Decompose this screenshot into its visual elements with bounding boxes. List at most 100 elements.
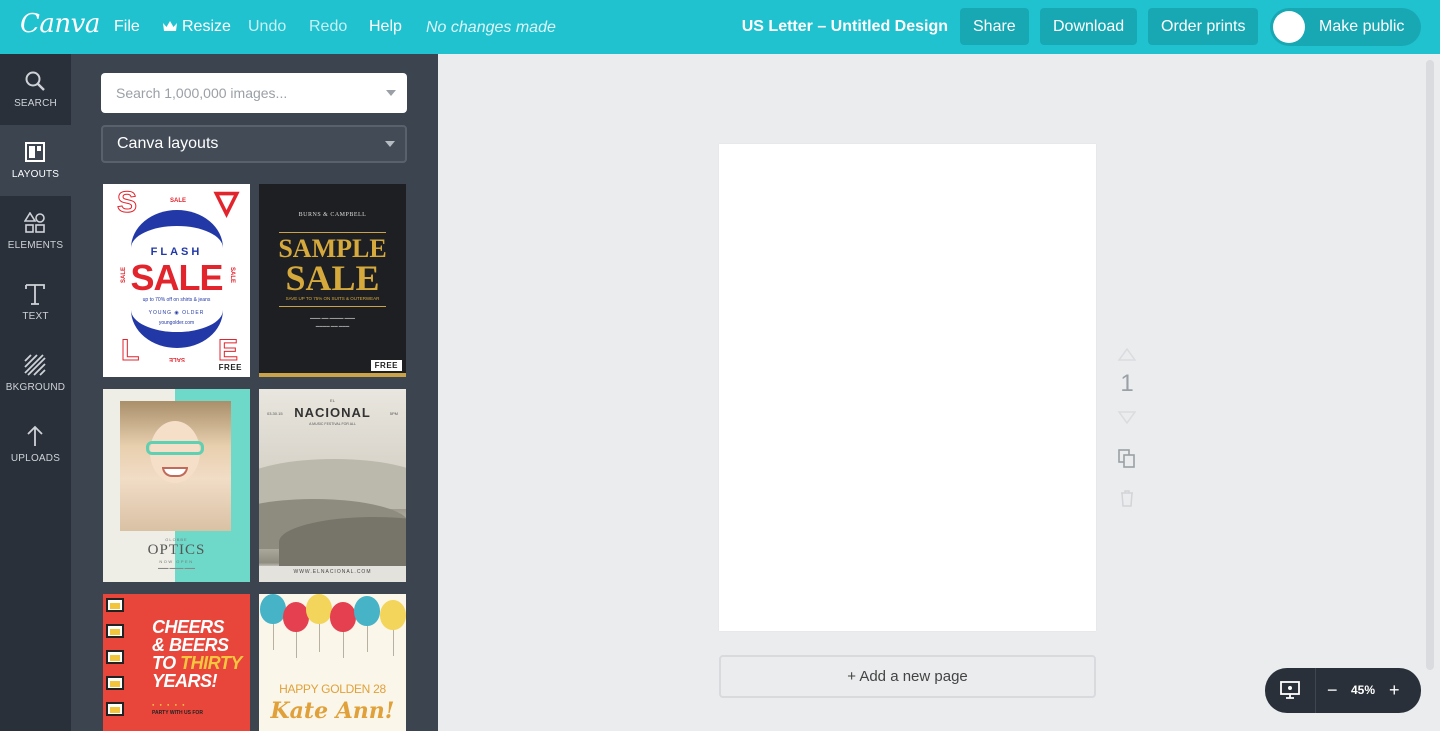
rail-label: SEARCH [14, 98, 57, 109]
present-icon[interactable] [1279, 680, 1301, 700]
move-page-down-icon[interactable] [1116, 406, 1138, 428]
design-workspace: + Add a new page 1 − 45% + [438, 54, 1440, 731]
template-text: THIRTY [180, 653, 242, 673]
beer-mug-icon [106, 598, 124, 612]
elements-icon [24, 212, 45, 233]
template-text: SAVE UP TO 75% ON SUITS & OUTERWEAR [285, 296, 380, 301]
template-text: up to 70% off on shirts & jeans [142, 297, 211, 303]
layout-category-select[interactable]: Canva layouts [101, 125, 407, 163]
template-optics[interactable]: GLOBBE OPTICS NOW OPEN ▬▬▬ ▬▬▬▬ ▬▬▬ [103, 389, 250, 582]
layouts-icon [25, 142, 45, 162]
background-icon [24, 354, 46, 376]
rail-item-background[interactable]: BKGROUND [0, 338, 71, 409]
template-text: SALE [170, 198, 187, 204]
zoom-control: − 45% + [1265, 668, 1421, 713]
balloon-string [296, 630, 297, 658]
divider [1315, 668, 1316, 713]
rail-item-text[interactable]: TEXT [0, 267, 71, 338]
corner-triangle-graphic: ▽ [214, 186, 239, 219]
resize-menu[interactable]: Resize [162, 0, 231, 54]
balloon-graphic [330, 602, 356, 632]
help-menu[interactable]: Help [369, 0, 402, 54]
free-badge: FREE [214, 362, 246, 373]
gold-bar [259, 373, 406, 377]
template-text: BURNS & CAMPBELL [298, 212, 367, 218]
move-page-up-icon[interactable] [1116, 344, 1138, 366]
template-sample-sale[interactable]: BURNS & CAMPBELL SAMPLE SALE SAVE UP TO … [259, 184, 406, 377]
add-page-button[interactable]: + Add a new page [719, 655, 1096, 698]
template-text: NOW OPEN [159, 559, 194, 564]
beer-mug-icon [106, 676, 124, 690]
undo-button[interactable]: Undo [248, 0, 286, 54]
order-prints-button[interactable]: Order prints [1148, 8, 1259, 45]
rail-item-layouts[interactable]: LAYOUTS [0, 125, 71, 196]
document-title[interactable]: US Letter – Untitled Design [742, 0, 948, 54]
file-menu[interactable]: File [114, 0, 140, 54]
balloon-string [367, 624, 368, 652]
rail-label: TEXT [22, 311, 49, 322]
rail-label: LAYOUTS [11, 169, 60, 180]
portrait-photo [120, 401, 231, 531]
duplicate-page-icon[interactable] [1116, 447, 1138, 469]
delete-page-icon[interactable] [1116, 487, 1138, 509]
rail-item-search[interactable]: SEARCH [0, 54, 71, 125]
template-headline: CHEERS & BEERS TO THIRTY YEARS! [152, 618, 250, 690]
fine-print-graphic: ▬▬▬ ▬▬▬▬ ▬▬▬ [158, 566, 195, 570]
balloon-graphic [354, 596, 380, 626]
template-text: EL [330, 398, 335, 403]
template-happy-golden[interactable]: HAPPY GOLDEN 28 Kate Ann! [259, 594, 406, 731]
upload-icon [27, 425, 43, 446]
template-text: TO [152, 653, 181, 673]
design-page[interactable] [719, 144, 1096, 631]
template-text: SALE [229, 266, 236, 284]
template-text: youngolder.com [158, 320, 195, 326]
glasses-graphic [146, 441, 204, 455]
balloon-string [273, 622, 274, 650]
zoom-in-button[interactable]: + [1389, 668, 1400, 712]
template-flash-sale[interactable]: S ▽ L E SALE FLASH SALE SALE SALE up to … [103, 184, 250, 377]
corner-letter-graphic: S [116, 186, 138, 219]
chevron-down-icon [385, 141, 395, 147]
balloon-graphic [380, 600, 406, 630]
make-public-label: Make public [1319, 18, 1405, 35]
beer-mug-strip [103, 594, 127, 731]
template-text: Kate Ann! [270, 698, 395, 724]
template-text: 03.30.15 [267, 411, 283, 416]
template-text: CHEERS [152, 617, 225, 637]
beer-mug-icon [106, 702, 124, 716]
chevron-down-icon[interactable] [386, 90, 396, 96]
layouts-panel: Canva layouts S ▽ L E SALE FLASH SALE SA… [71, 54, 438, 731]
balloon-graphic [260, 594, 286, 624]
template-cheers-beers[interactable]: CHEERS & BEERS TO THIRTY YEARS! ● ● ● ● … [103, 594, 250, 731]
vertical-scrollbar[interactable] [1426, 60, 1434, 670]
make-public-toggle[interactable]: Make public [1270, 8, 1421, 46]
template-el-nacional[interactable]: EL NACIONAL 03.30.15 5PM A MUSIC FESTIVA… [259, 389, 406, 582]
rail-item-uploads[interactable]: UPLOADS [0, 409, 71, 480]
layout-category-value: Canva layouts [117, 135, 219, 152]
rail-label: BKGROUND [5, 382, 66, 393]
rail-item-elements[interactable]: ELEMENTS [0, 196, 71, 267]
template-text: YOUNG ◉ OLDER [148, 310, 205, 316]
image-search-input[interactable] [101, 73, 381, 113]
search-icon [25, 71, 45, 91]
text-icon [25, 284, 45, 305]
toggle-knob [1273, 11, 1305, 43]
save-status: No changes made [426, 19, 556, 36]
download-button[interactable]: Download [1040, 8, 1138, 45]
image-search [101, 73, 407, 113]
redo-button[interactable]: Redo [309, 0, 347, 54]
template-text: WWW.ELNACIONAL.COM [259, 566, 406, 578]
template-text: 5PM [389, 411, 398, 416]
canva-logo[interactable]: Canva [20, 9, 100, 39]
balloon-string [343, 630, 344, 658]
zoom-out-button[interactable]: − [1327, 668, 1338, 712]
share-button[interactable]: Share [960, 8, 1029, 45]
balloon-graphic [306, 594, 332, 624]
template-text: OPTICS [147, 542, 206, 558]
zoom-level[interactable]: 45% [1351, 668, 1375, 713]
template-text: SALE [169, 356, 186, 362]
template-text: & BEERS [152, 635, 229, 655]
rail-label: UPLOADS [10, 453, 61, 464]
corner-letter-graphic: L [120, 334, 140, 367]
page-number: 1 [1120, 370, 1134, 397]
